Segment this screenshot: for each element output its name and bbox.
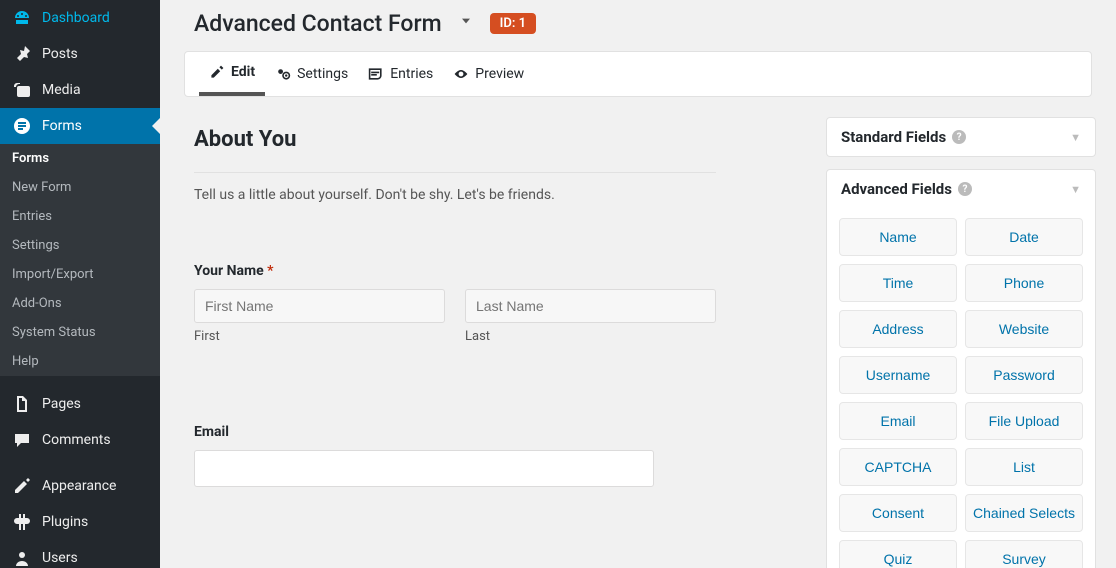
tab-entries[interactable]: Entries [358,52,443,96]
first-name-sublabel: First [194,329,445,344]
field-btn-consent[interactable]: Consent [839,494,957,532]
pages-icon [12,394,32,414]
submenu-import-export[interactable]: Import/Export [0,260,160,289]
field-btn-chained-selects[interactable]: Chained Selects [965,494,1083,532]
sidebar-item-users[interactable]: Users [0,540,160,568]
submenu-forms[interactable]: Forms [0,144,160,173]
chevron-down-icon: ▼ [1070,131,1081,144]
field-btn-phone[interactable]: Phone [965,264,1083,302]
form-title: Advanced Contact Form [194,10,442,37]
plugins-icon [12,512,32,532]
tab-edit[interactable]: Edit [199,52,265,96]
submenu-system-status[interactable]: System Status [0,318,160,347]
sidebar-item-posts[interactable]: Posts [0,36,160,72]
settings-icon [275,66,291,82]
section-title: About You [194,127,716,152]
main-area: Advanced Contact Form ID: 1 Edit Setting… [160,0,1116,568]
panel-title: Advanced Fields [841,180,952,198]
sidebar-label: Comments [42,432,111,448]
help-icon[interactable]: ? [952,130,966,144]
field-btn-address[interactable]: Address [839,310,957,348]
sidebar-label: Appearance [42,478,116,494]
chevron-down-icon: ▼ [1070,183,1081,196]
sidebar-label: Plugins [42,514,88,530]
sidebar-item-forms[interactable]: Forms [0,108,160,144]
pin-icon [12,44,32,64]
field-btn-email[interactable]: Email [839,402,957,440]
dashboard-icon [12,8,32,28]
sidebar-item-plugins[interactable]: Plugins [0,504,160,540]
field-btn-file-upload[interactable]: File Upload [965,402,1083,440]
sidebar-item-comments[interactable]: Comments [0,422,160,458]
standard-fields-panel: Standard Fields ? ▼ [826,117,1096,157]
submenu-new-form[interactable]: New Form [0,173,160,202]
submenu-add-ons[interactable]: Add-Ons [0,289,160,318]
panel-title: Standard Fields [841,128,946,146]
field-btn-website[interactable]: Website [965,310,1083,348]
last-name-input[interactable] [465,289,716,323]
section-divider [194,172,716,173]
sidebar-label: Posts [42,46,78,62]
form-id-badge: ID: 1 [490,13,536,34]
required-asterisk: * [267,263,273,279]
admin-sidebar: Dashboard Posts Media Forms Forms New Fo… [0,0,160,568]
sidebar-label: Media [42,82,81,98]
name-field-label: Your Name * [194,263,716,279]
sidebar-label: Pages [42,396,81,412]
last-name-sublabel: Last [465,329,716,344]
tab-settings[interactable]: Settings [265,52,358,96]
tab-label: Edit [231,64,255,80]
field-btn-name[interactable]: Name [839,218,957,256]
fields-panel: Standard Fields ? ▼ Advanced Fields ? ▼ [826,97,1116,568]
sidebar-item-media[interactable]: Media [0,72,160,108]
advanced-fields-grid: Name Date Time Phone Address Website Use… [827,208,1095,568]
users-icon [12,548,32,568]
field-btn-list[interactable]: List [965,448,1083,486]
field-btn-date[interactable]: Date [965,218,1083,256]
appearance-icon [12,476,32,496]
first-name-input[interactable] [194,289,445,323]
field-btn-captcha[interactable]: CAPTCHA [839,448,957,486]
sidebar-label: Users [42,550,78,566]
email-field-label: Email [194,424,716,440]
page-header: Advanced Contact Form ID: 1 [160,0,1116,47]
sidebar-item-dashboard[interactable]: Dashboard [0,0,160,36]
tab-bar: Edit Settings Entries Preview [184,51,1092,97]
form-canvas: About You Tell us a little about yoursel… [160,97,826,568]
sidebar-submenu-forms: Forms New Form Entries Settings Import/E… [0,144,160,376]
submenu-entries[interactable]: Entries [0,202,160,231]
field-btn-survey[interactable]: Survey [965,540,1083,568]
tab-label: Entries [390,66,433,82]
tab-label: Preview [475,66,524,82]
comments-icon [12,430,32,450]
advanced-fields-panel: Advanced Fields ? ▼ Name Date Time Phone… [826,169,1096,568]
media-icon [12,80,32,100]
entries-icon [368,66,384,82]
tab-preview[interactable]: Preview [443,52,534,96]
sidebar-item-pages[interactable]: Pages [0,386,160,422]
tab-label: Settings [297,66,348,82]
help-icon[interactable]: ? [958,182,972,196]
submenu-help[interactable]: Help [0,347,160,376]
advanced-fields-toggle[interactable]: Advanced Fields ? ▼ [827,170,1095,208]
edit-icon [209,64,225,80]
sidebar-label: Forms [42,118,82,134]
section-description: Tell us a little about yourself. Don't b… [194,187,716,203]
submenu-settings[interactable]: Settings [0,231,160,260]
label-text: Your Name [194,263,264,279]
field-btn-time[interactable]: Time [839,264,957,302]
form-switcher[interactable] [458,13,474,34]
field-btn-password[interactable]: Password [965,356,1083,394]
preview-icon [453,66,469,82]
field-btn-username[interactable]: Username [839,356,957,394]
forms-icon [12,116,32,136]
sidebar-label: Dashboard [42,10,110,26]
sidebar-item-appearance[interactable]: Appearance [0,468,160,504]
field-btn-quiz[interactable]: Quiz [839,540,957,568]
email-input[interactable] [194,450,654,487]
standard-fields-toggle[interactable]: Standard Fields ? ▼ [827,118,1095,156]
